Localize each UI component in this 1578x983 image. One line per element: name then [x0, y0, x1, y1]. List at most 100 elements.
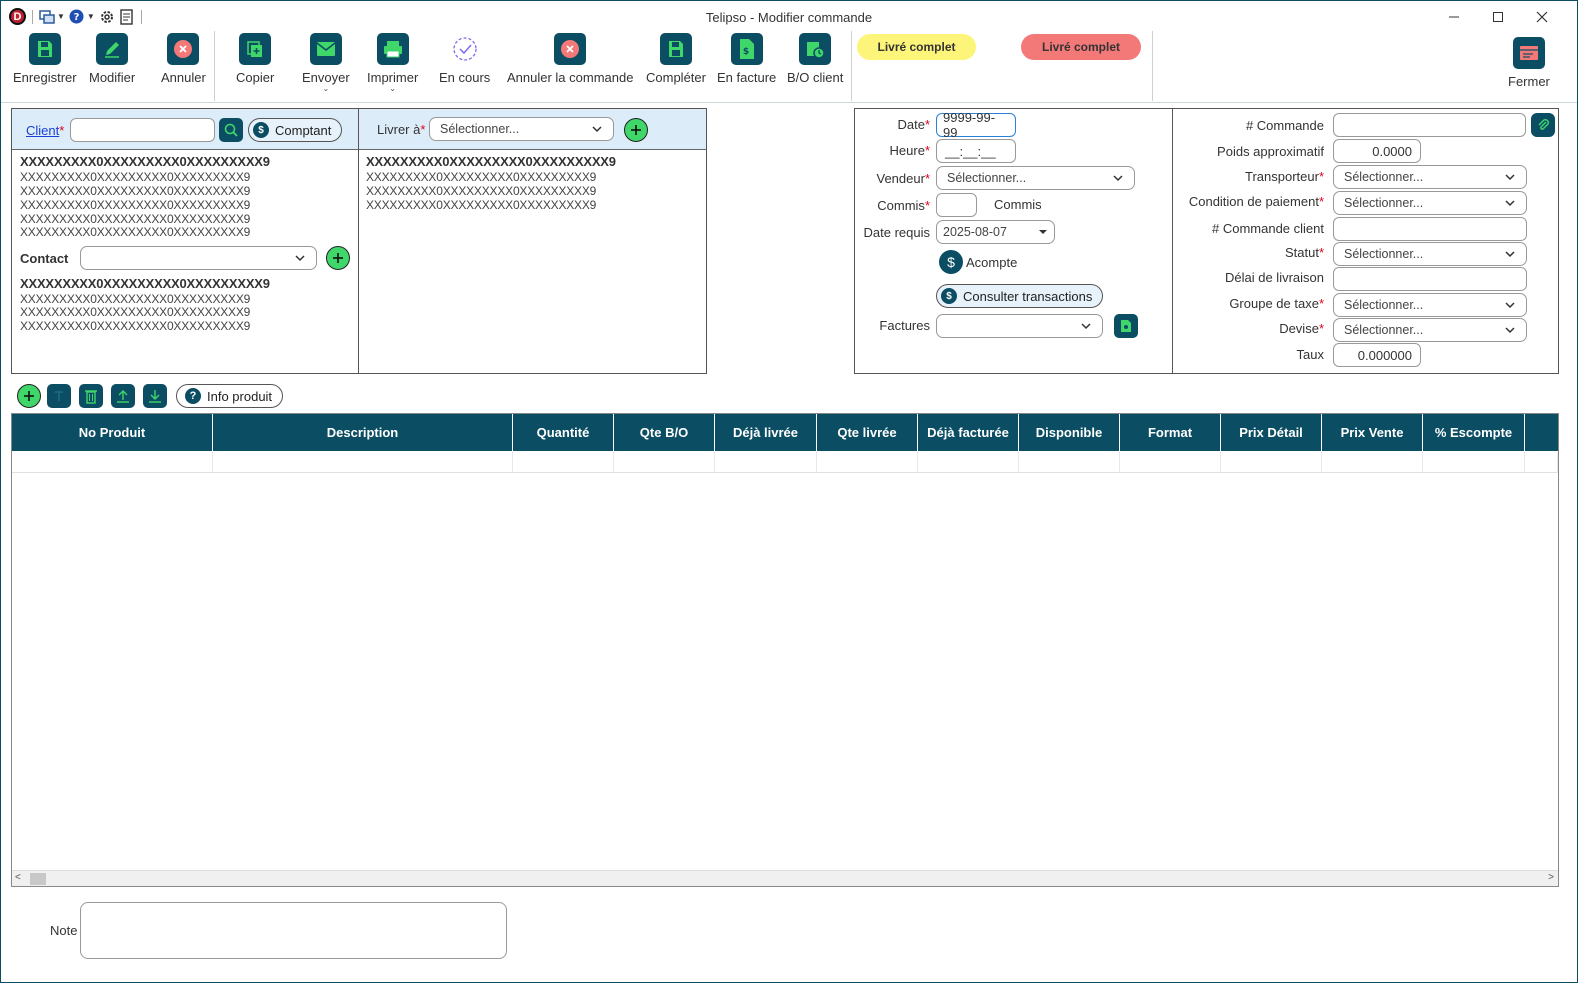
time-label: Heure* — [889, 143, 930, 158]
ship-to-select[interactable]: Sélectionner... — [429, 117, 614, 141]
column-header[interactable]: Quantité — [513, 414, 614, 451]
product-info-button[interactable]: ? Info produit — [176, 384, 284, 408]
table-cell[interactable] — [1525, 452, 1558, 473]
app-window: D ▼ ? ▼ Telipso - Modifier commande Enre… — [0, 0, 1578, 983]
table-cell[interactable] — [614, 452, 715, 473]
rate-input[interactable]: 0.000000 — [1333, 343, 1421, 367]
invoices-select[interactable] — [936, 314, 1103, 338]
attach-button[interactable] — [1531, 113, 1555, 137]
column-header[interactable]: Prix Détail — [1221, 414, 1322, 451]
column-header[interactable]: Format — [1120, 414, 1221, 451]
cash-label: Comptant — [275, 122, 332, 138]
table-cell[interactable] — [1120, 452, 1221, 473]
minimize-button[interactable] — [1432, 1, 1476, 33]
column-header[interactable]: Qte livrée — [817, 414, 918, 451]
column-header[interactable]: Qte B/O — [614, 414, 715, 451]
carrier-select[interactable]: Sélectionner... — [1333, 165, 1527, 189]
print-button[interactable]: Imprimer ⌄ — [367, 33, 418, 93]
scroll-left-icon[interactable]: < — [15, 872, 21, 883]
contact-select[interactable] — [80, 246, 317, 270]
add-line-button[interactable] — [17, 384, 41, 408]
order-lines-table[interactable]: No Produit Description Quantité Qte B/O … — [11, 413, 1559, 887]
view-transactions-button[interactable]: $ Consulter transactions — [936, 284, 1104, 308]
table-row[interactable] — [12, 452, 1558, 473]
scrollbar-thumb[interactable] — [30, 873, 46, 885]
close-button[interactable]: Fermer — [1508, 37, 1550, 89]
seller-value: Sélectionner... — [947, 171, 1027, 185]
tax-group-select[interactable]: Sélectionner... — [1333, 293, 1527, 317]
chevron-down-icon — [1113, 175, 1123, 182]
horizontal-scrollbar[interactable]: < > — [12, 870, 1558, 886]
cash-button[interactable]: $ Comptant — [248, 118, 343, 142]
note-label: Note — [50, 923, 78, 938]
date-required-picker[interactable]: 2025-08-07 — [936, 220, 1055, 244]
column-header[interactable]: Déjà livrée — [715, 414, 817, 451]
move-up-button[interactable] — [111, 384, 135, 408]
copy-button[interactable]: Copier — [236, 33, 274, 85]
table-cell[interactable] — [12, 452, 213, 473]
scroll-right-icon[interactable]: > — [1548, 872, 1554, 883]
payment-terms-select[interactable]: Sélectionner... — [1333, 191, 1527, 215]
bo-client-button[interactable]: B/O client — [787, 33, 843, 85]
table-cell[interactable] — [1322, 452, 1423, 473]
save-button[interactable]: Enregistrer — [13, 33, 77, 85]
to-invoice-label: En facture — [717, 70, 777, 85]
send-button[interactable]: Envoyer ⌄ — [302, 33, 350, 93]
status-select[interactable]: Sélectionner... — [1333, 242, 1527, 266]
ship-address-line: XXXXXXXXX0XXXXXXXXX0XXXXXXXXX9 — [366, 170, 597, 184]
weight-input[interactable]: 0.0000 — [1333, 139, 1421, 163]
table-cell[interactable] — [1019, 452, 1120, 473]
exit-icon — [1512, 37, 1545, 69]
table-cell[interactable] — [1221, 452, 1322, 473]
table-cell[interactable] — [918, 452, 1019, 473]
open-invoice-button[interactable] — [1114, 314, 1138, 338]
complete-button[interactable]: Compléter — [646, 33, 706, 85]
client-panel: Client* $ Comptant XXXXXXXXX0XXXXXXXXX0X… — [11, 108, 359, 374]
client-label[interactable]: Client* — [26, 123, 64, 138]
table-cell[interactable] — [817, 452, 918, 473]
table-cell[interactable] — [513, 452, 614, 473]
column-header[interactable]: Disponible — [1019, 414, 1120, 451]
client-order-input[interactable] — [1333, 217, 1527, 241]
column-header[interactable]: Déjà facturée — [918, 414, 1019, 451]
currency-label: Devise* — [1279, 321, 1324, 336]
cancel-button[interactable]: Annuler — [161, 33, 206, 85]
dollar-icon: $ — [947, 254, 955, 270]
seller-select[interactable]: Sélectionner... — [936, 166, 1135, 190]
add-contact-button[interactable] — [326, 246, 350, 270]
close-window-button[interactable] — [1520, 1, 1564, 33]
maximize-button[interactable] — [1476, 1, 1520, 33]
currency-select[interactable]: Sélectionner... — [1333, 318, 1527, 342]
move-down-button[interactable] — [143, 384, 167, 408]
date-input[interactable]: 9999-99-99 — [936, 110, 1016, 140]
delivery-delay-input[interactable] — [1333, 267, 1527, 291]
to-invoice-button[interactable]: $ En facture — [717, 33, 776, 85]
text-line-button[interactable] — [47, 384, 71, 408]
search-button[interactable] — [219, 118, 243, 142]
cancel-order-label: Annuler la commande — [507, 70, 634, 85]
table-cell[interactable] — [1423, 452, 1525, 473]
edit-button[interactable]: Modifier — [89, 33, 135, 85]
column-header[interactable]: No Produit — [12, 414, 213, 451]
column-header[interactable]: % Escompte — [1423, 414, 1525, 451]
deposit-button[interactable]: $ — [939, 250, 963, 274]
contact-line: XXXXXXXXX0XXXXXXXXX0XXXXXXXXX9 — [20, 292, 251, 306]
client-input[interactable] — [70, 118, 215, 142]
table-cell[interactable] — [213, 452, 513, 473]
table-cell[interactable] — [715, 452, 817, 473]
column-header[interactable] — [1525, 414, 1558, 451]
in-progress-label: En cours — [439, 70, 491, 85]
delete-line-button[interactable] — [79, 384, 103, 408]
commis-input[interactable] — [936, 193, 977, 217]
status-value: Sélectionner... — [1344, 247, 1424, 261]
payment-terms-value: Sélectionner... — [1344, 196, 1424, 210]
chevron-down-icon — [592, 126, 602, 133]
note-textarea[interactable] — [80, 902, 507, 959]
cancel-order-button[interactable]: Annuler la commande — [507, 33, 633, 85]
column-header[interactable]: Prix Vente — [1322, 414, 1423, 451]
order-number-input[interactable] — [1333, 113, 1526, 137]
add-address-button[interactable] — [624, 118, 648, 142]
in-progress-button[interactable]: En cours — [439, 33, 490, 85]
column-header[interactable]: Description — [213, 414, 513, 451]
time-input[interactable]: __:__:__ — [936, 139, 1016, 163]
